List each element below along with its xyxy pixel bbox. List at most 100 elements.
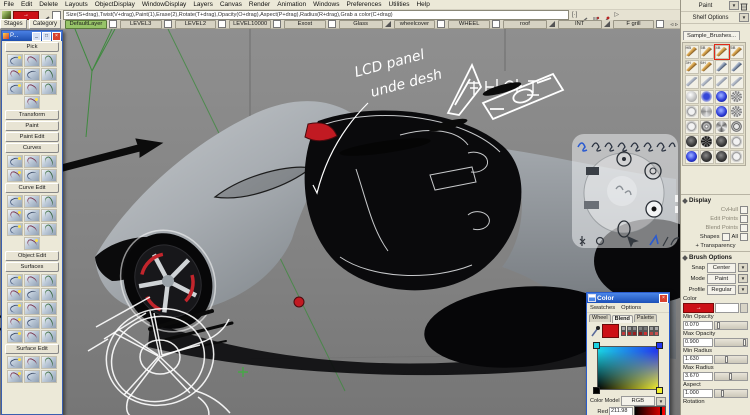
menu-item[interactable]: Windows: [310, 0, 343, 9]
section-curve-edit[interactable]: Curve Edit: [5, 183, 59, 193]
skin-icon[interactable]: [41, 274, 57, 287]
paint-shelf-arrow[interactable]: ▼: [729, 1, 739, 10]
layer-chip-label[interactable]: LEVEL3: [120, 20, 162, 29]
color-dialog-close-button[interactable]: ×: [659, 294, 668, 303]
tube-icon[interactable]: [24, 316, 40, 329]
close-button[interactable]: ×: [52, 32, 61, 41]
tool-palette-window[interactable]: P... _ □ × Pick Transform Paint Paint Ed…: [1, 30, 63, 415]
min-radius-slider[interactable]: [714, 355, 748, 364]
max-opacity-input[interactable]: 0.900: [683, 338, 713, 347]
layer-chip-label[interactable]: Glass: [339, 20, 383, 29]
curve-fillet-icon[interactable]: [24, 223, 40, 236]
layer-chip-fgrill[interactable]: F grill: [613, 20, 665, 29]
mode-arrow[interactable]: ▼: [738, 274, 748, 283]
curve-edit-pt-icon[interactable]: [41, 155, 57, 168]
section-paint-edit[interactable]: Paint Edit: [5, 132, 59, 142]
pick-surface-icon[interactable]: [7, 82, 23, 95]
brush-pencil-6h[interactable]: 6H: [700, 60, 714, 74]
mini-swatch[interactable]: [627, 331, 632, 336]
layer-chip-exost[interactable]: Exost: [284, 20, 336, 29]
layer-visibility-toggle[interactable]: [437, 20, 445, 28]
menu-item[interactable]: WindowDisplay: [138, 0, 189, 9]
shelf-options-dropdown[interactable]: Shelf Options: [682, 15, 739, 21]
untrim-icon[interactable]: [24, 356, 40, 369]
layer-chip-level3[interactable]: LEVEL3: [120, 20, 172, 29]
mini-swatch[interactable]: [627, 326, 632, 331]
symmetry-icon[interactable]: [24, 370, 40, 383]
brush-marker-4[interactable]: [730, 75, 744, 89]
move-grid-icon[interactable]: [591, 11, 600, 19]
min-opacity-input[interactable]: 0.070: [683, 321, 713, 330]
tab-wheel[interactable]: Wheel: [589, 314, 611, 322]
pick-curve-icon[interactable]: [41, 68, 57, 81]
section-transform[interactable]: Transform: [5, 110, 59, 120]
edit-points-checkbox[interactable]: [740, 215, 748, 223]
curve-rebuild-icon[interactable]: [41, 223, 57, 236]
loft-icon[interactable]: [7, 302, 23, 315]
mini-swatch[interactable]: [621, 331, 626, 336]
new-curve-icon[interactable]: [7, 155, 23, 168]
brush-pencil-hb[interactable]: HB: [685, 45, 699, 59]
mini-swatch[interactable]: [649, 331, 654, 336]
menu-item[interactable]: Help: [413, 0, 433, 9]
brush-round-8[interactable]: [730, 105, 744, 119]
tab-blend[interactable]: Blend: [612, 315, 633, 323]
brush-marker-3[interactable]: [715, 75, 729, 89]
layer-chip-label[interactable]: Exost: [284, 20, 326, 29]
brush-round-18[interactable]: [700, 150, 714, 164]
layer-chip-label[interactable]: roof: [503, 20, 547, 29]
curve-intersect-icon[interactable]: [7, 223, 23, 236]
brush-round-16[interactable]: [730, 135, 744, 149]
boundary-icon[interactable]: [41, 302, 57, 315]
menu-item[interactable]: Delete: [36, 0, 62, 9]
brush-round-14[interactable]: [700, 135, 714, 149]
curve-project-icon[interactable]: [24, 209, 40, 222]
draft-icon[interactable]: [7, 316, 23, 329]
menu-item[interactable]: Utilities: [385, 0, 413, 9]
layer-visibility-toggle[interactable]: [164, 20, 172, 28]
sketch-canvas[interactable]: LCD panel unde desh: [0, 29, 680, 415]
corner-swatch-black[interactable]: [593, 387, 600, 394]
brush-round-1[interactable]: [685, 90, 699, 104]
brush-swatch-more[interactable]: [740, 303, 748, 313]
curve-arc-icon[interactable]: [24, 237, 40, 250]
brush-marker-2[interactable]: [700, 75, 714, 89]
curve-offset-icon[interactable]: [41, 209, 57, 222]
layer-chip-label[interactable]: LEVEL10000: [229, 20, 271, 29]
color-model-dropdown[interactable]: RGB: [621, 396, 655, 406]
minimize-button[interactable]: _: [32, 32, 41, 41]
layer-visibility-toggle[interactable]: [549, 21, 555, 27]
brush-round-2[interactable]: [700, 90, 714, 104]
layer-visibility-toggle[interactable]: [273, 20, 281, 28]
mini-swatch[interactable]: [654, 326, 659, 331]
frame-button[interactable]: [·]: [571, 11, 578, 19]
revolve-icon[interactable]: [24, 274, 40, 287]
category-button[interactable]: Category: [29, 19, 61, 29]
layer-chip-label[interactable]: WHEEL: [448, 20, 490, 29]
mini-swatch[interactable]: [638, 331, 643, 336]
menu-item[interactable]: File: [0, 0, 17, 9]
menu-item[interactable]: Edit: [17, 0, 35, 9]
expand-arrow-icon[interactable]: ▷: [613, 11, 620, 19]
prompt-input[interactable]: Size(S+drag),Twist(V+drag),Paint(1),Eras…: [63, 10, 569, 20]
section-surfaces[interactable]: Surfaces: [5, 262, 59, 272]
plane-surface-icon[interactable]: [24, 288, 40, 301]
align-icon[interactable]: [7, 370, 23, 383]
mini-swatch[interactable]: [638, 326, 643, 331]
layer-chip-int[interactable]: INT: [558, 20, 610, 29]
section-object-edit[interactable]: Object Edit: [5, 251, 59, 261]
shelf-options-arrow[interactable]: ▼: [739, 13, 749, 22]
curve-merge-icon[interactable]: [7, 209, 23, 222]
brush-round-13[interactable]: [685, 135, 699, 149]
color-dialog-title-bar[interactable]: Color ×: [587, 293, 669, 303]
layer-chip-defaultlayer[interactable]: DefaultLayer: [65, 20, 117, 29]
brush-pencil-4b[interactable]: 4B: [715, 45, 729, 59]
menu-item[interactable]: Animation: [274, 0, 310, 9]
blend-curve-icon[interactable]: [7, 169, 23, 182]
brush-color-swatch[interactable]: →: [683, 303, 714, 313]
rail-icon[interactable]: [41, 288, 57, 301]
pick-component-icon[interactable]: [24, 54, 40, 67]
brush-round-15[interactable]: [715, 135, 729, 149]
section-curves[interactable]: Curves: [5, 143, 59, 153]
brush-round-17[interactable]: [685, 150, 699, 164]
